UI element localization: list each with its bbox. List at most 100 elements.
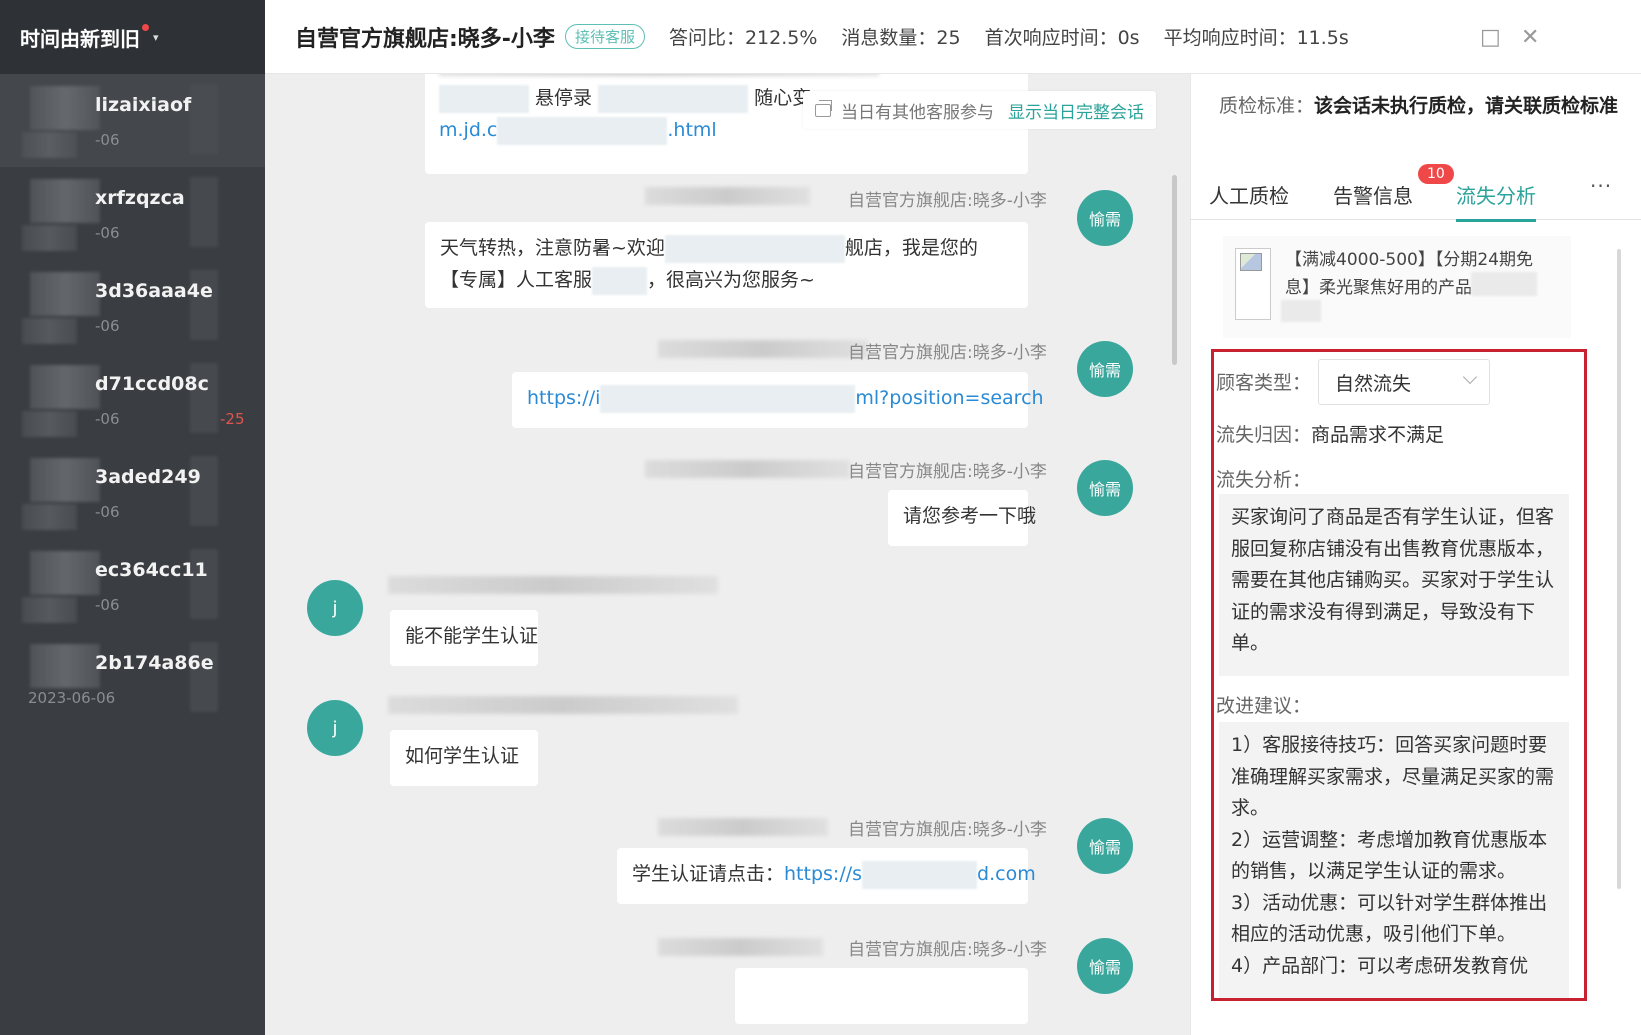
session-date: -06 <box>95 503 120 521</box>
sort-label: 时间由新到旧 <box>20 26 140 51</box>
blurred-area <box>190 177 218 247</box>
session-date: -06 <box>95 317 120 335</box>
session-date: -06 <box>95 131 120 149</box>
notification-dot <box>142 23 149 31</box>
session-sidebar: 时间由新到旧 ▾ lizaixiaof -06 xrfzqzca -06 3d3… <box>0 0 265 1035</box>
chat-scrollbar[interactable] <box>1172 175 1177 365</box>
blurred-area <box>388 696 738 714</box>
conversation-header: 自营官方旗舰店:晓多-小李 接待客服 答问比：212.5% 消息数量：25 首次… <box>265 0 1641 74</box>
alert-count-badge: 10 <box>1418 164 1454 184</box>
message-bubble: 如何学生认证 <box>390 730 538 786</box>
message-text: 【专属】人工客服 <box>440 269 593 291</box>
churn-cause: 流失归因：商品需求不满足 <box>1216 420 1444 447</box>
stat-first-response: 首次响应时间：0s <box>984 27 1140 49</box>
link-text[interactable]: d.com <box>977 863 1036 885</box>
stat-avg-response: 平均响应时间：11.5s <box>1163 27 1349 49</box>
stat-answer-ratio: 答问比：212.5% <box>668 27 818 49</box>
analysis-panel: 质检标准：该会话未执行质检，请关联质检标准 人工质检 告警信息 10 流失分析 … <box>1190 74 1641 1035</box>
churn-analysis-label: 流失分析： <box>1216 469 1312 491</box>
show-full-conversation-link[interactable]: 显示当日完整会话 <box>1008 98 1144 123</box>
notice-text: 当日有其他客服参与 <box>841 102 994 123</box>
panel-scrollbar[interactable] <box>1617 249 1621 889</box>
blurred-area <box>22 597 77 623</box>
blurred-area <box>22 504 77 530</box>
churn-cause-value: 商品需求不满足 <box>1311 424 1445 446</box>
tab-alerts[interactable]: 告警信息 <box>1333 180 1413 209</box>
sender-name: 自营官方旗舰店:晓多-小李 <box>848 940 1047 960</box>
copy-icon <box>815 99 832 117</box>
sender-name: 自营官方旗舰店:晓多-小李 <box>848 820 1047 840</box>
message-link[interactable]: m.jd.c .html <box>439 114 717 146</box>
agent-avatar: 愉需 <box>1077 938 1133 994</box>
message-bubble: 请您参考一下哦 <box>888 490 1036 546</box>
blurred-area <box>497 116 668 145</box>
agent-avatar: 愉需 <box>1077 818 1133 874</box>
link-text[interactable]: .html <box>667 119 716 141</box>
blurred-area <box>645 187 810 205</box>
qc-standard-value: 该会话未执行质检，请关联质检标准 <box>1314 95 1619 117</box>
suggestion-list: 1）客服接待技巧：回答买家问题时要准确理解买家需求，尽量满足买家的需求。 2）运… <box>1219 722 1569 998</box>
avatar <box>30 365 100 409</box>
blurred-area <box>600 384 856 413</box>
blurred-area <box>658 938 823 956</box>
tab-churn-analysis[interactable]: 流失分析 <box>1456 180 1536 222</box>
message-text: 学生认证请点击： <box>632 863 785 885</box>
blurred-area <box>439 74 879 76</box>
blurred-area <box>22 225 77 251</box>
blurred-area <box>592 266 648 295</box>
customer-avatar: j <box>307 700 363 756</box>
session-name: 3d36aaa4e <box>95 280 213 302</box>
sort-dropdown[interactable]: 时间由新到旧 ▾ <box>0 0 265 74</box>
message-text: 舰店，我是您的 <box>844 237 978 259</box>
suggestion-item: 4）产品部门：可以考虑研发教育优 <box>1231 954 1529 977</box>
blurred-area <box>22 411 77 437</box>
session-name: lizaixiaof <box>95 94 192 116</box>
blurred-area <box>190 84 218 154</box>
blurred-area <box>22 318 77 344</box>
blurred-area <box>862 860 978 889</box>
session-item[interactable]: xrfzqzca -06 <box>0 167 265 260</box>
session-name: 2b174a86e <box>95 652 214 674</box>
maximize-icon[interactable]: □ <box>1480 25 1501 50</box>
session-item[interactable]: 3d36aaa4e -06 <box>0 260 265 353</box>
more-icon[interactable]: ··· <box>1590 174 1612 198</box>
message-text: 请您参考一下哦 <box>903 505 1037 527</box>
tab-manual-qc[interactable]: 人工质检 <box>1209 180 1289 209</box>
blurred-area <box>1281 300 1321 322</box>
close-icon[interactable]: ✕ <box>1521 25 1539 50</box>
message-text: ，很高兴为您服务~ <box>647 269 815 291</box>
product-card[interactable]: 【满减4000-500】【分期24期免息】柔光聚焦好用的产品 主 <box>1223 236 1571 338</box>
session-name: ec364cc11 <box>95 559 208 581</box>
session-item[interactable]: 3aded249 -06 <box>0 446 265 539</box>
message-bubble: 学生认证请点击：https://s d.com <box>617 848 1036 904</box>
link-text[interactable]: m.jd.c <box>439 119 497 141</box>
blurred-area <box>1471 272 1537 296</box>
session-item[interactable]: ec364cc11 -06 <box>0 539 265 632</box>
stat-message-count: 消息数量：25 <box>841 27 961 49</box>
product-image <box>1235 248 1271 320</box>
link-text[interactable]: ml?position=search <box>855 387 1043 409</box>
customer-avatar: j <box>307 580 363 636</box>
chat-area: 悬停录 随心变, m.jd.c .html 当日有其他客服参与 显示当日完整会话 … <box>265 74 1190 1035</box>
agent-avatar: 愉需 <box>1077 460 1133 516</box>
avatar <box>30 551 100 595</box>
customer-type-select[interactable]: 自然流失 <box>1318 359 1490 405</box>
session-name: d71ccd08c <box>95 373 209 395</box>
blurred-area <box>598 84 749 113</box>
blurred-area <box>664 234 845 263</box>
avatar <box>30 179 100 223</box>
blurred-area <box>658 818 828 836</box>
session-item[interactable]: lizaixiaof -06 <box>0 74 265 167</box>
link-text[interactable]: https://i <box>527 387 600 409</box>
sender-name: 自营官方旗舰店:晓多-小李 <box>848 191 1047 211</box>
caret-down-icon: ▾ <box>153 30 159 44</box>
suggestion-item: 2）运营调整：考虑增加教育优惠版本的销售，以满足学生认证的需求。 <box>1231 828 1548 883</box>
link-text[interactable]: https://s <box>784 863 862 885</box>
session-item[interactable]: 2b174a86e 2023-06-06 <box>0 632 265 725</box>
page-title: 自营官方旗舰店:晓多-小李 <box>295 26 555 52</box>
customer-type-label: 顾客类型： <box>1216 372 1312 394</box>
session-item[interactable]: d71ccd08c -06 -25 <box>0 353 265 446</box>
blurred-area <box>645 460 850 478</box>
session-date: -06 <box>95 224 120 242</box>
avatar <box>30 458 100 502</box>
